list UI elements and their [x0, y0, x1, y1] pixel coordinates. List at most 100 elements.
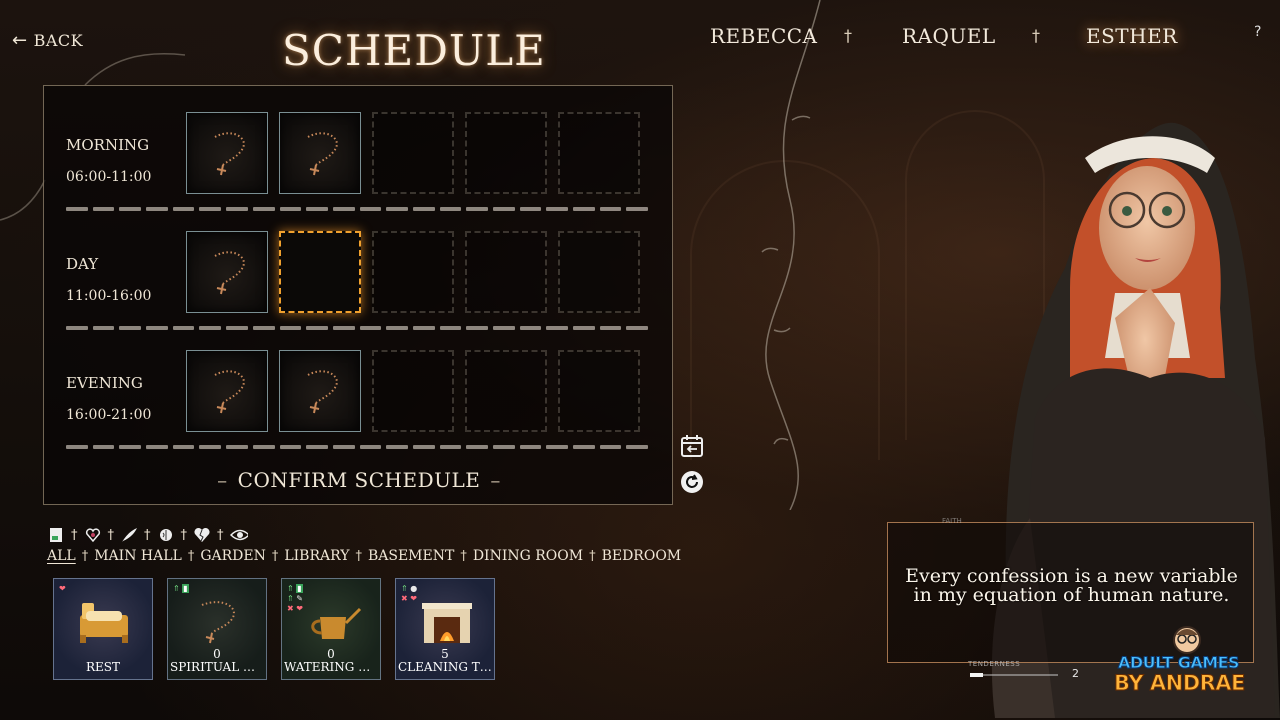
separator-cross: †	[844, 26, 852, 45]
tenderness-value: 2	[1072, 667, 1079, 680]
page-title: SCHEDULE	[282, 26, 546, 75]
stat-tags: ⇑ ● ✖ ❤	[401, 584, 418, 603]
character-quote: Every confession is a new variable in my…	[905, 565, 1238, 606]
activity-name: CLEANING THE...	[398, 660, 494, 674]
tenderness-label: TENDERNESS	[968, 660, 1021, 668]
book-icon[interactable]	[47, 526, 65, 544]
bed-icon	[80, 603, 128, 643]
activity-count: 0	[213, 647, 221, 661]
heart-icon[interactable]	[84, 526, 102, 544]
location-tab-all[interactable]: ALL	[47, 548, 76, 564]
schedule-slot[interactable]	[372, 112, 454, 194]
separator-cross: †	[271, 548, 279, 564]
row-time: 16:00-21:00	[66, 407, 152, 423]
confirm-label: CONFIRM SCHEDULE	[237, 468, 481, 492]
separator-cross: †	[180, 527, 188, 543]
schedule-slot[interactable]	[558, 231, 640, 313]
stat-tags: ⇑ ▮ ⇑ ✎ ✖ ❤	[287, 584, 303, 613]
separator-cross: †	[217, 527, 224, 543]
separator-cross: †	[71, 527, 78, 543]
separator-cross: †	[589, 548, 596, 564]
schedule-slot[interactable]	[558, 350, 640, 432]
location-tab-garden[interactable]: GARDEN	[200, 548, 266, 564]
watermark-line-1: ADULT GAMES	[1117, 653, 1240, 673]
watermark-line-2: BY ANDRAE	[1114, 671, 1246, 696]
rosary-icon	[214, 132, 245, 176]
dash-decoration: –	[490, 468, 501, 492]
separator-cross: †	[1032, 26, 1040, 45]
schedule-slot[interactable]	[558, 112, 640, 194]
separator-cross: †	[187, 548, 195, 564]
activity-name: SPIRITUAL GUI...	[170, 660, 266, 674]
reset-icon[interactable]	[680, 470, 704, 494]
location-tab-library[interactable]: LIBRARY	[284, 548, 349, 564]
dash-decoration: –	[217, 468, 228, 492]
rosary-icon	[307, 132, 338, 176]
separator-cross: †	[355, 548, 362, 564]
location-tab-dining-room[interactable]: DINING ROOM	[473, 548, 583, 564]
location-tab-main-hall[interactable]: MAIN HALL	[94, 548, 182, 564]
row-progress-bar	[66, 326, 649, 330]
row-name: MORNING	[66, 136, 150, 154]
schedule-slot[interactable]	[372, 231, 454, 313]
vine-decoration-top	[84, 53, 186, 86]
broken-heart-icon[interactable]	[193, 526, 211, 544]
schedule-slot[interactable]	[372, 350, 454, 432]
rosary-icon	[214, 370, 245, 414]
activity-card-watering-plants[interactable]: ⇑ ▮⇑ ✎✖ ❤ 0 WATERING PLA...	[281, 578, 381, 680]
activity-card-spiritual-guidance[interactable]: ⇑ ▮ 0 SPIRITUAL GUI...	[167, 578, 267, 680]
character-tab-esther[interactable]: ESTHER	[1086, 24, 1178, 48]
faith-stat-label: FAITH	[942, 517, 962, 525]
activity-name: REST	[85, 660, 121, 674]
confirm-schedule-button[interactable]: – CONFIRM SCHEDULE –	[44, 468, 674, 492]
schedule-slot[interactable]	[186, 112, 268, 194]
schedule-slot[interactable]	[279, 231, 361, 313]
tenderness-bar-fill	[970, 673, 984, 677]
eye-icon[interactable]	[229, 526, 248, 544]
fireplace-icon	[422, 603, 472, 643]
quill-icon[interactable]	[120, 526, 138, 544]
tenderness-bar	[970, 673, 1058, 677]
activity-count: 5	[441, 647, 449, 661]
rosary-icon	[201, 601, 235, 644]
schedule-slot[interactable]	[465, 231, 547, 313]
schedule-slot[interactable]	[279, 112, 361, 194]
schedule-slot[interactable]	[279, 350, 361, 432]
schedule-slot[interactable]	[186, 231, 268, 313]
activity-count: 0	[327, 647, 335, 661]
separator-cross: †	[81, 548, 89, 564]
location-tabs: ALL † MAIN HALL † GARDEN † LIBRARY † BAS…	[47, 548, 681, 564]
schedule-slot[interactable]	[465, 112, 547, 194]
stat-tags: ❤	[59, 584, 66, 593]
row-name: DAY	[66, 255, 99, 273]
schedule-slot[interactable]	[465, 350, 547, 432]
character-tab-rebecca[interactable]: REBECCA	[710, 24, 818, 48]
row-progress-bar	[66, 207, 649, 211]
help-button[interactable]: ?	[1254, 24, 1261, 40]
activity-card-rest[interactable]: ❤ REST	[53, 578, 153, 680]
location-tab-basement[interactable]: BASEMENT	[368, 548, 454, 564]
back-label: BACK	[33, 31, 84, 50]
schedule-panel: MORNING 06:00-11:00 DAY 11:00-16:00 EVEN…	[43, 85, 673, 505]
separator-cross: †	[460, 548, 467, 564]
character-tabs: REBECCA † RAQUEL † ESTHER	[700, 24, 1260, 54]
row-time: 06:00-11:00	[66, 169, 152, 185]
filter-icon-bar: † † † † †	[47, 526, 248, 544]
avatar	[1173, 626, 1201, 654]
calendar-back-icon[interactable]	[680, 434, 704, 458]
watering-can-icon	[311, 607, 362, 639]
brain-icon[interactable]	[157, 526, 175, 544]
location-tab-bedroom[interactable]: BEDROOM	[602, 548, 682, 564]
separator-cross: †	[144, 527, 151, 543]
row-time: 11:00-16:00	[66, 288, 152, 304]
character-tab-raquel[interactable]: RAQUEL	[902, 24, 996, 48]
separator-cross: †	[107, 527, 115, 543]
watermark-logo: ADULT GAMES BY ANDRAE	[1112, 625, 1257, 700]
back-button[interactable]: ← BACK	[12, 30, 83, 51]
rosary-icon	[307, 370, 338, 414]
schedule-slot[interactable]	[186, 350, 268, 432]
activity-card-cleaning[interactable]: ⇑ ●✖ ❤ 5 CLEANING THE...	[395, 578, 495, 680]
schedule-row-day: DAY 11:00-16:00	[66, 255, 151, 304]
schedule-row-morning: MORNING 06:00-11:00	[66, 136, 151, 185]
arrow-left-icon: ←	[12, 30, 28, 51]
